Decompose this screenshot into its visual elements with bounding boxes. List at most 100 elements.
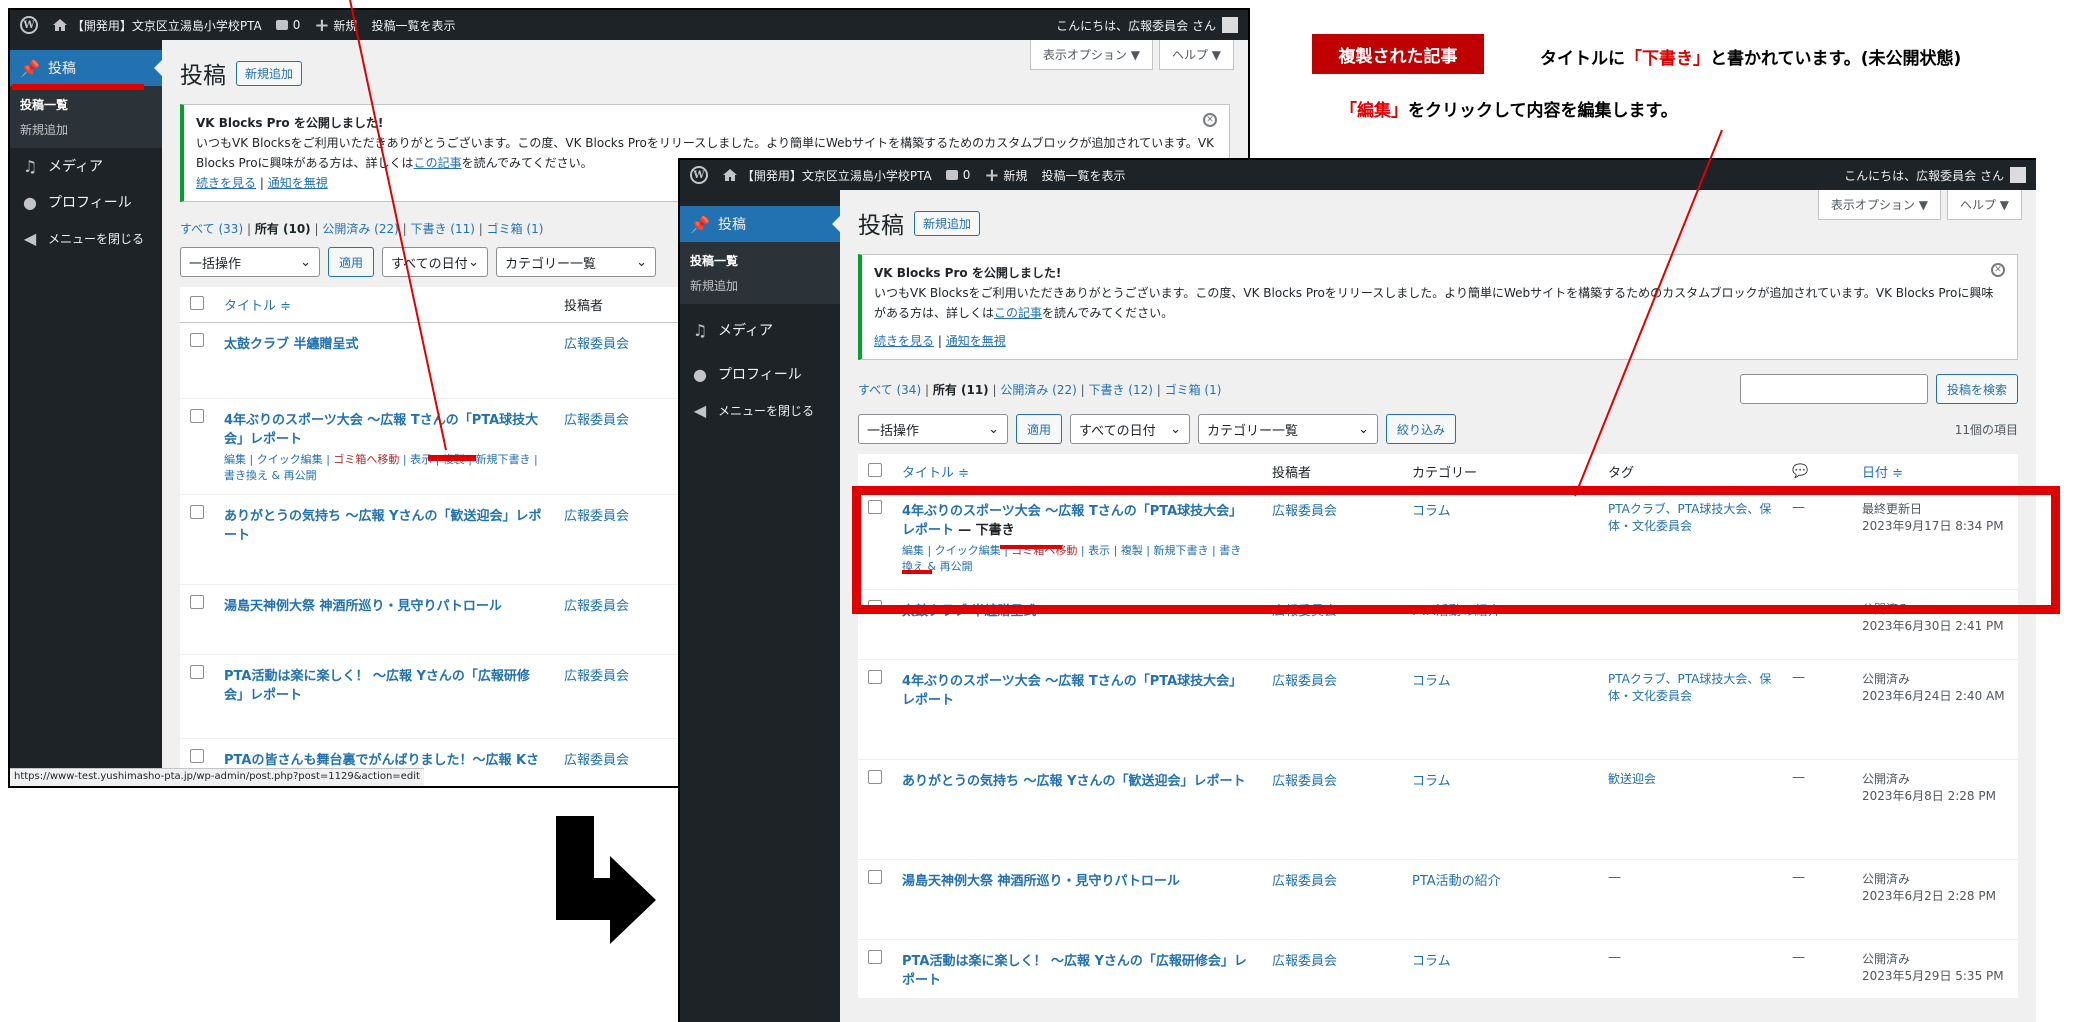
filter-trash[interactable]: ゴミ箱 (1) xyxy=(487,222,544,236)
category-link[interactable]: PTA活動の紹介 xyxy=(1412,874,1501,889)
sidebar-item-media[interactable]: ♫ メディア xyxy=(10,148,162,184)
sidebar-collapse[interactable]: ◀ メニューを閉じる xyxy=(680,392,840,428)
filter-mine[interactable]: 所有 (11) xyxy=(933,383,989,397)
edit-link[interactable]: 編集 xyxy=(224,453,246,466)
post-title-link[interactable]: PTA活動は楽に楽しく！ ～広報 Yさんの「広報研修会」レポート xyxy=(224,669,530,703)
sidebar-item-profile[interactable]: ● プロフィール xyxy=(680,356,840,392)
date-filter-select[interactable]: すべての日付 ⌄ xyxy=(382,247,489,277)
filter-drafts[interactable]: 下書き (12) xyxy=(1088,383,1152,397)
post-title-link[interactable]: 湯島天神例大祭 神酒所巡り・見守りパトロール xyxy=(224,599,502,614)
author-link[interactable]: 広報委員会 xyxy=(1272,954,1337,969)
new-content-link[interactable]: + 新規 xyxy=(314,15,357,36)
trash-link[interactable]: ゴミ箱へ移動 xyxy=(333,453,399,466)
post-title-link[interactable]: 太鼓クラブ 半纏贈呈式 xyxy=(224,337,359,352)
date-filter-select[interactable]: すべての日付 ⌄ xyxy=(1070,414,1191,444)
comments-link[interactable]: 0 xyxy=(945,168,970,182)
col-title[interactable]: タイトル ≑ xyxy=(214,287,554,323)
view-posts-link[interactable]: 投稿一覧を表示 xyxy=(1041,167,1125,184)
author-link[interactable]: 広報委員会 xyxy=(564,753,629,768)
comment-icon[interactable]: 💬 xyxy=(1792,464,1808,479)
notice-ignore-link[interactable]: 通知を無視 xyxy=(946,334,1006,348)
sidebar-item-posts[interactable]: 📌 投稿 xyxy=(10,50,163,86)
author-link[interactable]: 広報委員会 xyxy=(1272,674,1337,689)
row-checkbox[interactable] xyxy=(868,870,882,884)
filter-drafts[interactable]: 下書き (11) xyxy=(410,222,474,236)
site-name[interactable]: 【開発用】文京区立湯島小学校PTA xyxy=(52,17,262,34)
comments-link[interactable]: 0 xyxy=(275,18,300,32)
sidebar-item-posts[interactable]: 📌 投稿 xyxy=(680,206,841,242)
row-checkbox[interactable] xyxy=(868,670,882,684)
sidebar-item-media[interactable]: ♫ メディア xyxy=(680,312,840,348)
post-title-link[interactable]: 4年ぶりのスポーツ大会 ～広報 Tさんの「PTA球技大会」レポート xyxy=(902,674,1242,708)
select-all-checkbox[interactable] xyxy=(868,462,882,477)
row-checkbox[interactable] xyxy=(190,505,204,519)
tags-link[interactable]: 歓送迎会 xyxy=(1608,772,1656,786)
notice-more-link[interactable]: 続きを見る xyxy=(196,176,256,190)
help-tab[interactable]: ヘルプ ▼ xyxy=(1158,40,1234,70)
bulk-actions-select[interactable]: 一括操作 ⌄ xyxy=(858,414,1008,444)
category-filter-select[interactable]: カテゴリー一覧 ⌄ xyxy=(1198,414,1379,444)
apply-button[interactable]: 適用 xyxy=(1016,414,1063,444)
account-menu[interactable]: こんにちは、広報委員会 さん xyxy=(1844,160,2026,190)
col-title[interactable]: タイトル ≑ xyxy=(892,454,1262,490)
new-draft-link[interactable]: 新規下書き xyxy=(476,453,531,466)
search-posts-button[interactable]: 投稿を検索 xyxy=(1935,374,2018,404)
post-title-link[interactable]: ありがとうの気持ち ～広報 Yさんの「歓送迎会」レポート xyxy=(902,774,1245,789)
category-link[interactable]: コラム xyxy=(1412,774,1451,789)
filter-published[interactable]: 公開済み (22) xyxy=(322,222,398,236)
col-date[interactable]: 日付 ≑ xyxy=(1852,454,2018,490)
close-icon[interactable]: ✕ xyxy=(1203,113,1217,127)
bulk-actions-select[interactable]: 一括操作 ⌄ xyxy=(180,247,320,277)
notice-ignore-link[interactable]: 通知を無視 xyxy=(268,176,328,190)
row-checkbox[interactable] xyxy=(868,770,882,784)
post-title-link[interactable]: ありがとうの気持ち ～広報 Yさんの「歓送迎会」レポート xyxy=(224,509,541,543)
close-icon[interactable]: ✕ xyxy=(1991,263,2005,277)
filter-trash[interactable]: ゴミ箱 (1) xyxy=(1165,383,1222,397)
account-menu[interactable]: こんにちは、広報委員会 さん xyxy=(1056,10,1238,40)
post-title-link[interactable]: 湯島天神例大祭 神酒所巡り・見守りパトロール xyxy=(902,874,1180,889)
category-link[interactable]: コラム xyxy=(1412,674,1451,689)
view-posts-link[interactable]: 投稿一覧を表示 xyxy=(371,17,455,34)
filter-all[interactable]: すべて (34) xyxy=(858,383,921,397)
notice-article-link[interactable]: この記事 xyxy=(414,156,462,170)
quick-edit-link[interactable]: クイック編集 xyxy=(257,453,323,466)
filter-button[interactable]: 絞り込み xyxy=(1386,414,1457,444)
new-content-link[interactable]: + 新規 xyxy=(984,165,1027,186)
sidebar-item-add-new[interactable]: 新規追加 xyxy=(680,273,840,298)
sidebar-item-all-posts[interactable]: 投稿一覧 xyxy=(680,248,840,273)
search-input[interactable] xyxy=(1739,374,1928,404)
author-link[interactable]: 広報委員会 xyxy=(1272,774,1337,789)
row-checkbox[interactable] xyxy=(190,409,204,423)
tags-link[interactable]: PTAクラブ、PTA球技大会、保体・文化委員会 xyxy=(1608,672,1771,703)
author-link[interactable]: 広報委員会 xyxy=(564,669,629,684)
post-title-link[interactable]: 4年ぶりのスポーツ大会 ～広報 Tさんの「PTA球技大会」レポート xyxy=(224,413,538,447)
wordpress-icon[interactable]: W xyxy=(20,16,38,34)
sidebar-item-all-posts[interactable]: 投稿一覧 xyxy=(10,92,162,117)
category-link[interactable]: コラム xyxy=(1412,954,1451,969)
author-link[interactable]: 広報委員会 xyxy=(1272,874,1337,889)
help-tab[interactable]: ヘルプ ▼ xyxy=(1946,190,2022,220)
sidebar-item-add-new[interactable]: 新規追加 xyxy=(10,117,162,142)
row-checkbox[interactable] xyxy=(190,333,204,347)
author-link[interactable]: 広報委員会 xyxy=(564,509,629,524)
filter-mine[interactable]: 所有 (10) xyxy=(255,222,311,236)
category-filter-select[interactable]: カテゴリー一覧 ⌄ xyxy=(496,247,657,277)
row-checkbox[interactable] xyxy=(190,749,204,763)
apply-button[interactable]: 適用 xyxy=(328,247,375,277)
screen-options-tab[interactable]: 表示オプション ▼ xyxy=(1817,190,1941,220)
notice-more-link[interactable]: 続きを見る xyxy=(874,334,934,348)
sidebar-collapse[interactable]: ◀ メニューを閉じる xyxy=(10,220,162,256)
row-checkbox[interactable] xyxy=(190,595,204,609)
screen-options-tab[interactable]: 表示オプション ▼ xyxy=(1029,40,1153,70)
wordpress-icon[interactable]: W xyxy=(690,166,708,184)
filter-published[interactable]: 公開済み (22) xyxy=(1000,383,1076,397)
add-new-button[interactable]: 新規追加 xyxy=(236,60,303,86)
author-link[interactable]: 広報委員会 xyxy=(564,599,629,614)
rewrite-link[interactable]: 書き換え & 再公開 xyxy=(224,469,317,482)
site-name[interactable]: 【開発用】文京区立湯島小学校PTA xyxy=(722,167,932,184)
select-all-checkbox[interactable] xyxy=(190,295,204,310)
notice-article-link[interactable]: この記事 xyxy=(994,306,1042,320)
author-link[interactable]: 広報委員会 xyxy=(564,337,629,352)
add-new-button[interactable]: 新規追加 xyxy=(914,210,981,236)
filter-all[interactable]: すべて (33) xyxy=(180,222,243,236)
